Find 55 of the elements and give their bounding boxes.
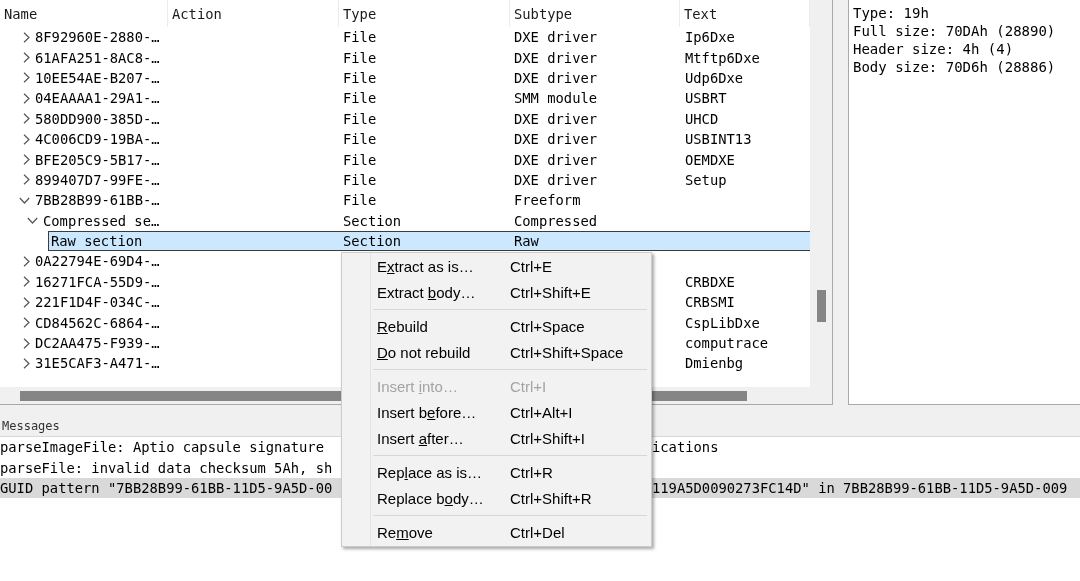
- info-line: Full size: 70DAh (28890): [853, 22, 1056, 40]
- item-text-value: USBINT13: [684, 131, 752, 148]
- item-type: File: [342, 49, 377, 66]
- item-text-value: Udp6Dxe: [684, 69, 744, 86]
- info-line: Type: 19h: [853, 4, 929, 22]
- item-text-value: Mtftp6Dxe: [684, 49, 760, 66]
- item-text-value: CRBSMI: [684, 294, 735, 311]
- item-subtype: DXE driver: [513, 29, 598, 46]
- shortcut-text: Ctrl+E: [510, 257, 553, 275]
- item-type: Section: [342, 233, 402, 250]
- item-type: File: [342, 110, 377, 127]
- item-subtype: DXE driver: [513, 131, 598, 148]
- shortcut-text: Ctrl+Del: [510, 523, 565, 541]
- item-text-value: Dmienbg: [684, 355, 744, 372]
- item-text-value: OEMDXE: [684, 151, 735, 168]
- shortcut-text: Ctrl+Shift+E: [510, 283, 591, 301]
- item-type: File: [342, 69, 377, 86]
- item-type: File: [342, 131, 377, 148]
- item-text-value: CRBDXE: [684, 273, 735, 290]
- item-type: File: [342, 192, 377, 209]
- item-text-value: Ip6Dxe: [684, 29, 735, 46]
- item-subtype: DXE driver: [513, 151, 598, 168]
- message-text: parseImageFile: Aptio capsule signature: [0, 439, 324, 456]
- item-type: File: [342, 171, 377, 188]
- item-type: Section: [342, 212, 402, 229]
- shortcut-text: Ctrl+R: [510, 463, 553, 481]
- message-text: ications: [652, 439, 719, 456]
- item-subtype: DXE driver: [513, 171, 598, 188]
- shortcut-text: Ctrl+Shift+I: [510, 429, 586, 447]
- item-type: File: [342, 90, 377, 107]
- message-text: 119A5D0090273FC14D" in 7BB28B99-61BB-11D5-9A5D-009: [652, 479, 1068, 496]
- item-type: File: [342, 29, 377, 46]
- item-subtype: SMM module: [513, 90, 598, 107]
- message-text: GUID pattern "7BB28B99-61BB-11D5-9A5D-00: [0, 479, 333, 496]
- messages-title: Messages: [2, 418, 60, 433]
- info-line: Header size: 4h (4): [853, 40, 1014, 58]
- item-subtype: Freeform: [513, 192, 581, 209]
- item-subtype: DXE driver: [513, 49, 598, 66]
- shortcut-text: Ctrl+Space: [510, 317, 585, 335]
- item-text-value: UHCD: [684, 110, 719, 127]
- item-type: File: [342, 151, 377, 168]
- shortcut-text: Ctrl+I: [510, 377, 547, 395]
- item-subtype: DXE driver: [513, 110, 598, 127]
- item-subtype: Raw: [513, 233, 539, 250]
- item-text-value: USBRT: [684, 90, 727, 107]
- item-text-value: computrace: [684, 335, 769, 352]
- shortcut-text: Ctrl+Shift+Space: [510, 343, 624, 361]
- item-text-value: Setup: [684, 171, 727, 188]
- message-text: parseFile: invalid data checksum 5Ah, sh: [0, 459, 333, 476]
- item-subtype: Compressed: [513, 212, 598, 229]
- info-line: Body size: 70D6h (28886): [853, 58, 1056, 76]
- shortcut-text: Ctrl+Shift+R: [510, 489, 592, 507]
- item-subtype: DXE driver: [513, 69, 598, 86]
- item-text-value: CspLibDxe: [684, 314, 760, 331]
- shortcut-text: Ctrl+Alt+I: [510, 403, 573, 421]
